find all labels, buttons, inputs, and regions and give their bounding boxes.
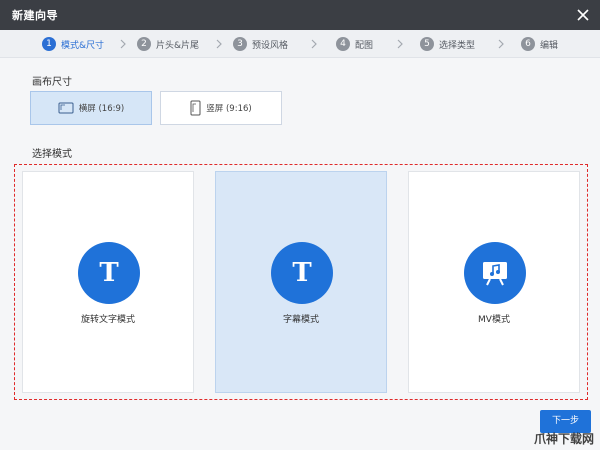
step-edit[interactable]: 6 编辑 <box>521 36 558 52</box>
chevron-right-icon <box>120 39 126 49</box>
chevron-right-icon <box>397 39 403 49</box>
step-label: 模式&尺寸 <box>61 40 105 51</box>
landscape-option[interactable]: 横屏 (16:9) <box>30 91 152 125</box>
step-number: 1 <box>42 37 56 51</box>
step-label: 编辑 <box>540 40 559 51</box>
rotating-text-mode-card[interactable]: T 旋转文字模式 <box>22 171 194 393</box>
step-number: 4 <box>336 37 350 51</box>
step-number: 2 <box>137 37 151 51</box>
portrait-screen-icon <box>190 100 201 116</box>
mode-name: 字幕模式 <box>282 315 319 325</box>
step-label: 选择类型 <box>439 40 476 51</box>
subtitle-mode-card[interactable]: T 字幕模式 <box>215 171 387 393</box>
music-board-icon <box>464 242 526 304</box>
step-label: 片头&片尾 <box>156 40 200 51</box>
close-icon[interactable] <box>574 6 592 24</box>
landscape-option-label: 横屏 (16:9) <box>78 104 125 114</box>
text-t-icon: T <box>78 242 140 304</box>
mode-heading: 选择模式 <box>32 149 72 160</box>
wizard-steps: 1 模式&尺寸 2 片头&片尾 3 预设风格 4 配图 5 选择类型 6 编辑 <box>0 30 600 58</box>
watermark: 爪神下载网 <box>533 432 594 446</box>
mode-name: MV模式 <box>478 315 510 325</box>
step-label: 预设风格 <box>252 40 289 51</box>
step-mode-size[interactable]: 1 模式&尺寸 <box>42 36 104 52</box>
title-bar: 新建向导 <box>0 0 600 30</box>
step-select-type[interactable]: 5 选择类型 <box>420 36 475 52</box>
step-number: 5 <box>420 37 434 51</box>
chevron-right-icon <box>216 39 222 49</box>
window-title: 新建向导 <box>12 9 58 22</box>
mode-name: 旋转文字模式 <box>80 315 135 325</box>
step-intro-outro[interactable]: 2 片头&片尾 <box>137 36 199 52</box>
chevron-right-icon <box>498 39 504 49</box>
step-preset-style[interactable]: 3 预设风格 <box>233 36 288 52</box>
canvas-size-heading: 画布尺寸 <box>32 77 72 88</box>
step-number: 6 <box>521 37 535 51</box>
chevron-right-icon <box>311 39 317 49</box>
landscape-screen-icon <box>58 102 74 114</box>
portrait-option-label: 竖屏 (9:16) <box>206 104 252 114</box>
mv-mode-card[interactable]: MV模式 <box>408 171 580 393</box>
portrait-option[interactable]: 竖屏 (9:16) <box>160 91 282 125</box>
text-t-icon: T <box>271 242 333 304</box>
step-label: 配图 <box>355 40 374 51</box>
step-images[interactable]: 4 配图 <box>336 36 373 52</box>
step-number: 3 <box>233 37 247 51</box>
